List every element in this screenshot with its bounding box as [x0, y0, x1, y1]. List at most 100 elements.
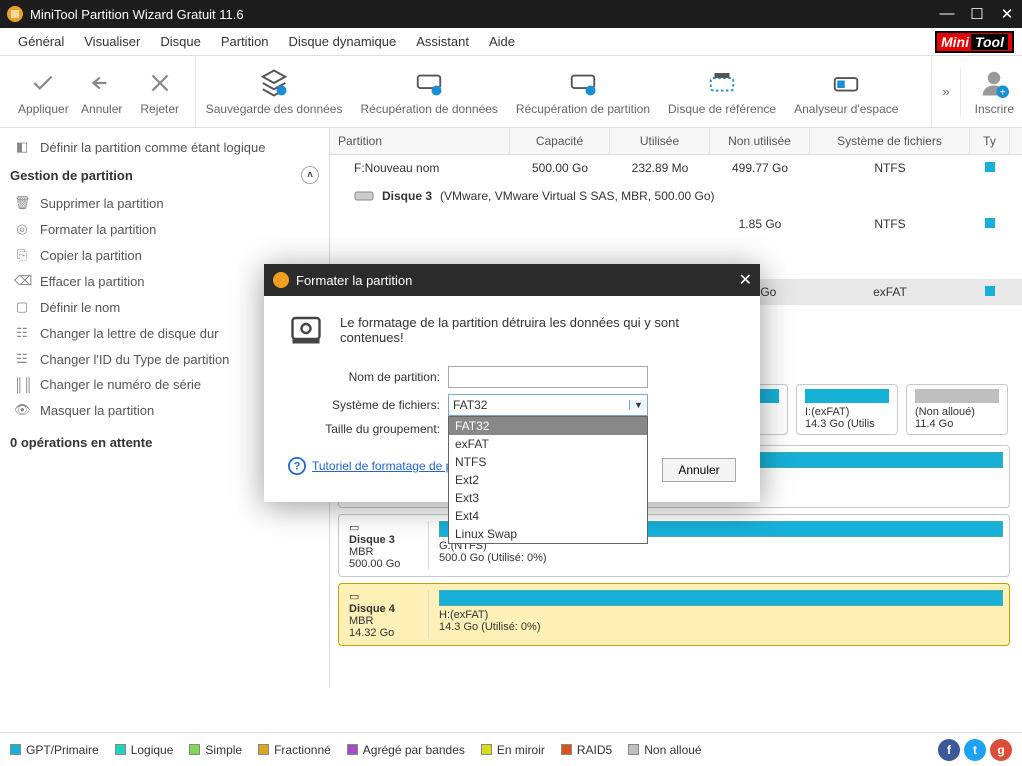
drive-icon: ▭: [349, 522, 359, 534]
partition-card[interactable]: I:(exFAT)14.3 Go (Utilis: [796, 384, 898, 435]
disk-block[interactable]: ▭Disque 3MBR500.00 Go G:(NTFS)500.0 Go (…: [338, 514, 1010, 577]
trash-icon: 🗑: [14, 195, 30, 211]
partition-table-header: Partition Capacité Utilisée Non utilisée…: [330, 128, 1022, 155]
copy-icon: ⎘: [14, 247, 30, 263]
svg-text:+: +: [1000, 87, 1006, 98]
toolbar: Appliquer Annuler Rejeter Sauvegarde des…: [0, 56, 1022, 128]
x-icon: [145, 68, 175, 98]
legend-item: Agrégé par bandes: [347, 743, 465, 757]
usb-drive-icon: ▭: [349, 591, 359, 603]
facebook-icon[interactable]: f: [938, 739, 960, 761]
dialog-title: Formater la partition: [296, 273, 412, 288]
cancel-button[interactable]: Annuler: [662, 458, 736, 482]
space-icon: [831, 68, 861, 98]
data-recovery-button[interactable]: Récupération de données: [360, 68, 497, 116]
space-analyzer-button[interactable]: Analyseur d'espace: [794, 68, 898, 116]
googleplus-icon[interactable]: g: [990, 739, 1012, 761]
brand-logo: MiniTool: [935, 31, 1014, 53]
app-icon: [6, 5, 24, 23]
legend-bar: GPT/Primaire Logique Simple Fractionné A…: [0, 732, 1022, 766]
format-partition-dialog: Formater la partition ✕ Le formatage de …: [264, 264, 760, 502]
label-partition-name: Nom de partition:: [288, 370, 448, 384]
filesystem-dropdown: FAT32 exFAT NTFS Ext2 Ext3 Ext4 Linux Sw…: [448, 416, 648, 544]
delete-partition-button[interactable]: 🗑Supprimer la partition: [10, 190, 319, 216]
fs-option-ext4[interactable]: Ext4: [449, 507, 647, 525]
legend-item: GPT/Primaire: [10, 743, 99, 757]
fs-option-linuxswap[interactable]: Linux Swap: [449, 525, 647, 543]
menu-dynamic-disk[interactable]: Disque dynamique: [279, 30, 407, 53]
close-button[interactable]: ✕: [998, 5, 1016, 23]
menu-view[interactable]: Visualiser: [74, 30, 150, 53]
legend-item: RAID5: [561, 743, 612, 757]
legend-item: Logique: [115, 743, 174, 757]
barcode-icon: ║║: [14, 377, 30, 392]
fs-option-fat32[interactable]: FAT32: [449, 417, 647, 435]
warning-text: Le formatage de la partition détruira le…: [340, 315, 736, 345]
subscribe-button[interactable]: +Inscrire: [960, 68, 1014, 116]
col-fs[interactable]: Système de fichiers: [810, 128, 970, 154]
color-swatch: [985, 218, 995, 228]
chevron-down-icon[interactable]: ▼: [629, 400, 647, 410]
col-partition[interactable]: Partition: [330, 128, 510, 154]
user-plus-icon: +: [979, 68, 1009, 98]
partition-recovery-button[interactable]: Récupération de partition: [516, 68, 650, 116]
disk-benchmark-button[interactable]: Disque de référence: [668, 68, 776, 116]
label-filesystem: Système de fichiers:: [288, 398, 448, 412]
legend-item: Simple: [189, 743, 242, 757]
menu-help[interactable]: Aide: [479, 30, 525, 53]
id-icon: ☳: [14, 351, 30, 367]
hide-icon: 👁: [14, 402, 30, 418]
menubar: Général Visualiser Disque Partition Disq…: [0, 28, 1022, 56]
check-icon: [28, 68, 58, 98]
table-row[interactable]: 1.85 GoNTFS: [330, 211, 1022, 237]
col-capacity[interactable]: Capacité: [510, 128, 610, 154]
menu-partition[interactable]: Partition: [211, 30, 279, 53]
disk-block-selected[interactable]: ▭Disque 4MBR14.32 Go H:(exFAT)14.3 Go (U…: [338, 583, 1010, 646]
window-title: MiniTool Partition Wizard Gratuit 11.6: [30, 7, 938, 22]
minimize-button[interactable]: —: [938, 5, 956, 23]
format-icon: ◎: [14, 221, 30, 237]
dialog-titlebar[interactable]: Formater la partition ✕: [264, 264, 760, 296]
undo-icon: [87, 68, 117, 98]
letter-icon: ☷: [14, 325, 30, 341]
menu-disk[interactable]: Disque: [150, 30, 210, 53]
dialog-close-button[interactable]: ✕: [739, 270, 752, 290]
maximize-button[interactable]: ☐: [968, 5, 986, 23]
data-backup-button[interactable]: Sauvegarde des données: [206, 68, 343, 116]
set-logical-button[interactable]: ◧Définir la partition comme étant logiqu…: [10, 134, 319, 160]
fs-option-ntfs[interactable]: NTFS: [449, 453, 647, 471]
col-used[interactable]: Utilisée: [610, 128, 710, 154]
help-icon: ?: [288, 457, 306, 475]
format-partition-button[interactable]: ◎Formater la partition: [10, 216, 319, 242]
twitter-icon[interactable]: t: [964, 739, 986, 761]
label-icon: ▢: [14, 299, 30, 315]
benchmark-icon: [707, 68, 737, 98]
table-row[interactable]: F:Nouveau nom500.00 Go232.89 Mo499.77 Go…: [330, 155, 1022, 181]
legend-item: Fractionné: [258, 743, 331, 757]
apply-button[interactable]: Appliquer: [18, 68, 69, 116]
titlebar: MiniTool Partition Wizard Gratuit 11.6 —…: [0, 0, 1022, 28]
col-free[interactable]: Non utilisée: [710, 128, 810, 154]
legend-item: Non alloué: [628, 743, 701, 757]
undo-button[interactable]: Annuler: [77, 68, 127, 116]
fs-option-exfat[interactable]: exFAT: [449, 435, 647, 453]
backup-icon: [259, 68, 289, 98]
drive-icon: [354, 189, 374, 203]
partition-card-unallocated[interactable]: (Non alloué)11.4 Go: [906, 384, 1008, 435]
menu-wizard[interactable]: Assistant: [406, 30, 479, 53]
svg-text:?: ?: [294, 461, 301, 473]
menu-general[interactable]: Général: [8, 30, 74, 53]
drive-warning-icon: [288, 312, 324, 348]
collapse-icon[interactable]: ˄: [301, 166, 319, 184]
discard-button[interactable]: Rejeter: [135, 68, 185, 116]
fs-option-ext2[interactable]: Ext2: [449, 471, 647, 489]
toolbar-more-button[interactable]: »: [932, 84, 959, 99]
partition-name-input[interactable]: [448, 366, 648, 388]
section-partition-mgmt: Gestion de partition˄: [10, 160, 319, 190]
eraser-icon: ⌫: [14, 273, 30, 289]
col-type[interactable]: Ty: [970, 128, 1010, 154]
fs-option-ext3[interactable]: Ext3: [449, 489, 647, 507]
color-swatch: [985, 162, 995, 172]
filesystem-combobox[interactable]: FAT32 ▼ FAT32 exFAT NTFS Ext2 Ext3 Ext4 …: [448, 394, 648, 416]
disk-header-row[interactable]: Disque 3(VMware, VMware Virtual S SAS, M…: [330, 181, 1022, 211]
